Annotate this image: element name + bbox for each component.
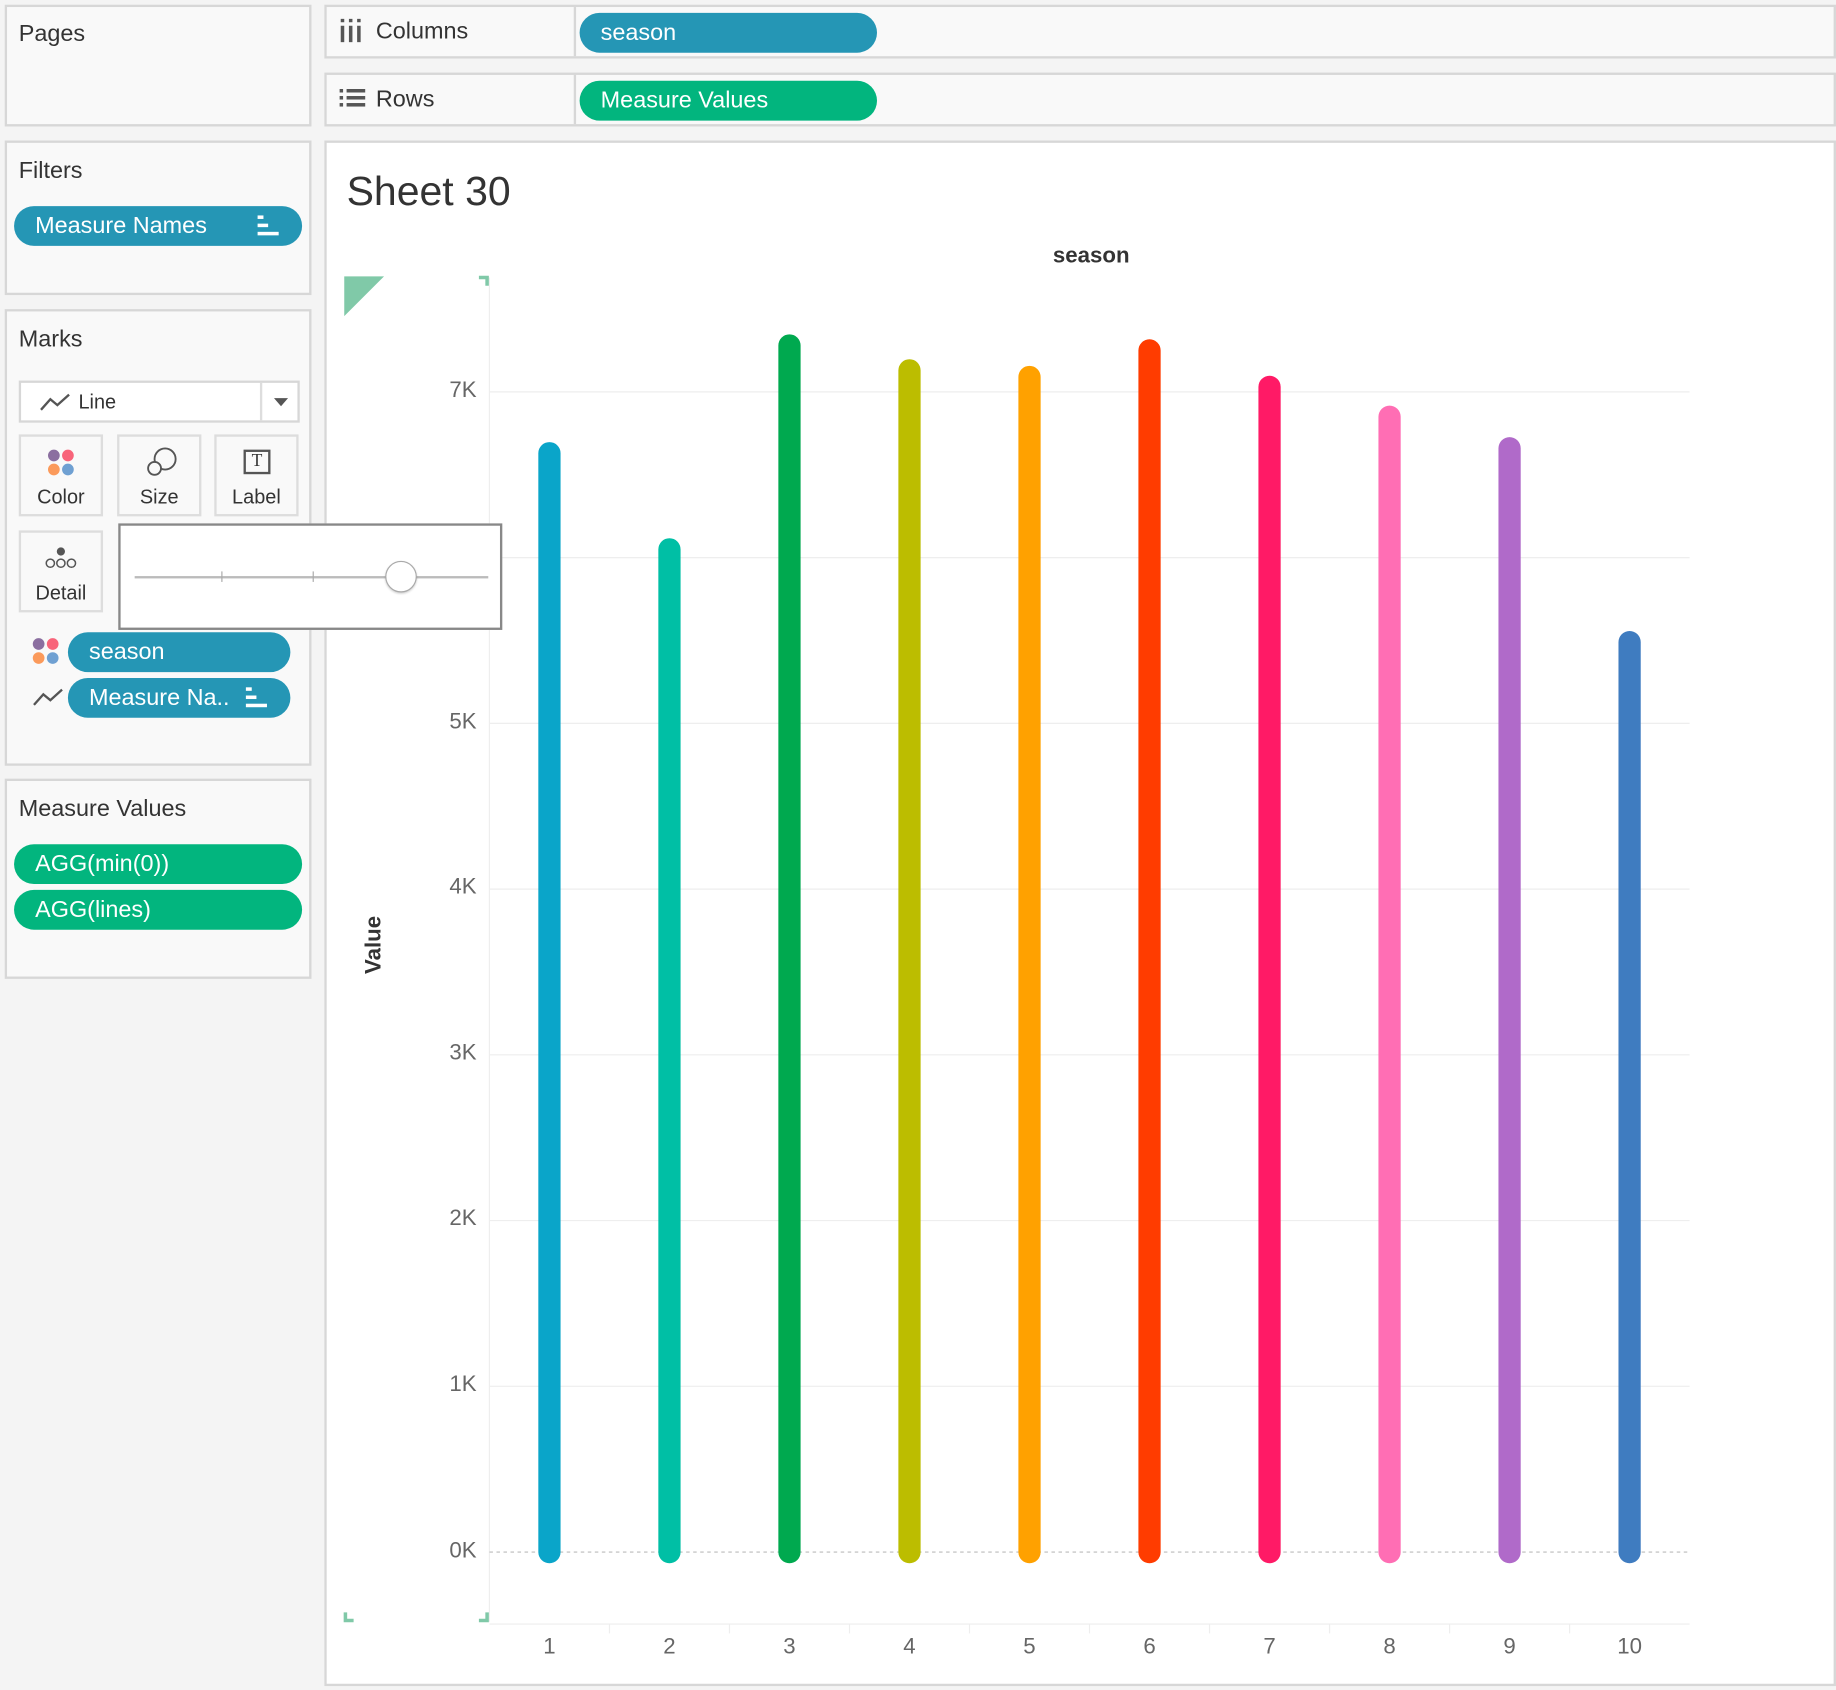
y-tick-label: 2K: [449, 1206, 477, 1232]
x-tick-label: 9: [1503, 1634, 1516, 1660]
x-tick-label: 2: [663, 1634, 676, 1660]
size-slider-thumb[interactable]: [384, 560, 417, 593]
view-corner-icon: [344, 276, 385, 317]
x-tick-label: 8: [1383, 1634, 1396, 1660]
y-tick-label: 3K: [449, 1040, 477, 1066]
y-tick-label: 5K: [449, 709, 477, 734]
x-tick-label: 7: [1263, 1634, 1276, 1660]
y-tick-label: 4K: [449, 875, 477, 900]
y-tick-label: 0K: [449, 1538, 477, 1563]
size-slider-track[interactable]: [134, 576, 489, 579]
x-tick-label: 5: [1023, 1634, 1036, 1660]
size-slider-popup: [118, 523, 503, 630]
x-tick-label: 6: [1143, 1634, 1156, 1660]
x-tick-label: 10: [1617, 1634, 1642, 1660]
corner-mark: [478, 275, 489, 286]
x-tick-label: 3: [783, 1634, 796, 1660]
corner-mark: [343, 1612, 354, 1623]
x-tick-label: 1: [543, 1634, 556, 1660]
y-tick-label: 1K: [449, 1372, 477, 1397]
y-tick-label: 7K: [449, 377, 477, 403]
corner-mark: [478, 1612, 489, 1623]
chart-canvas: [343, 275, 1690, 1634]
x-tick-label: 4: [903, 1634, 916, 1660]
